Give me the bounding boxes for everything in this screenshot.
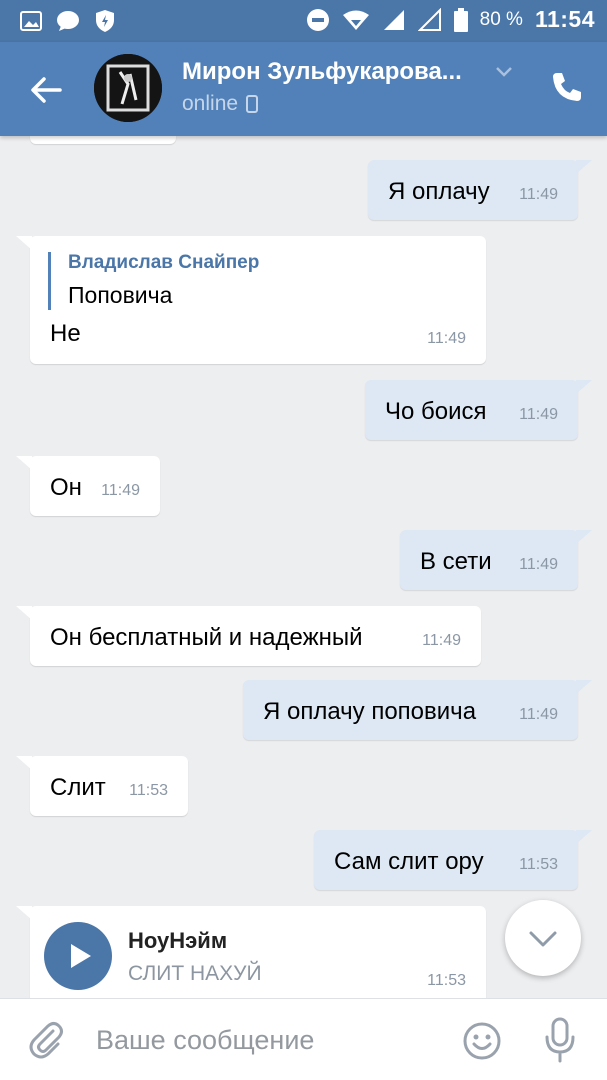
message-composer <box>0 998 607 1080</box>
message-text: Чо боися <box>385 398 487 425</box>
message-bubble[interactable]: Чо боися 11:49 <box>365 380 592 440</box>
message-bubble[interactable]: Он 11:49 <box>16 456 160 516</box>
audio-artist: СЛИТ НАХУЙ <box>128 962 262 985</box>
battery-percent: 80 % <box>479 8 523 30</box>
battery-icon <box>453 7 468 32</box>
message-time: 11:49 <box>101 482 140 499</box>
microphone-icon[interactable] <box>542 1017 578 1063</box>
message-bubble[interactable]: В сети 11:49 <box>400 530 592 590</box>
message-bubble[interactable]: Он бесплатный и надежный 11:49 <box>16 606 481 666</box>
clock: 11:54 <box>534 6 595 32</box>
message-time: 11:53 <box>427 972 466 989</box>
avatar[interactable] <box>94 54 162 122</box>
chevron-down-icon <box>529 931 557 947</box>
signal-icon <box>383 9 404 30</box>
shield-icon <box>96 10 114 32</box>
message-time: 11:49 <box>519 706 558 723</box>
bubble-tail <box>576 530 592 544</box>
bubble-tail <box>16 756 32 770</box>
message-text: Он бесплатный и надежный <box>50 624 363 651</box>
message-input[interactable] <box>96 1019 436 1061</box>
mobile-icon <box>246 95 259 113</box>
scroll-down-button[interactable] <box>505 900 581 976</box>
chevron-down-icon[interactable] <box>494 64 514 78</box>
message-text: В сети <box>420 548 492 575</box>
message-time: 11:49 <box>422 632 461 649</box>
audio-title: НоуНэйм <box>128 928 228 953</box>
chat-icon <box>57 11 79 31</box>
message-text: Сам слит ору <box>334 848 484 875</box>
online-status-label: online <box>182 92 239 115</box>
message-text: Я оплачу <box>388 178 490 205</box>
message-list[interactable]: Я оплачу 11:49 Владислав Снайпер Попович… <box>0 136 607 998</box>
message-text: Я оплачу поповича <box>263 698 477 725</box>
online-status: online <box>182 92 259 116</box>
back-arrow-icon[interactable] <box>26 70 66 110</box>
chat-header: Мирон Зульфукарова... online <box>0 42 607 136</box>
reply-author[interactable]: Владислав Снайпер <box>68 252 259 274</box>
message-time: 11:49 <box>427 330 466 347</box>
message-bubble[interactable]: Сам слит ору 11:53 <box>314 830 592 890</box>
message-text: Не <box>50 320 81 347</box>
message-text: Слит <box>50 774 106 801</box>
image-icon <box>20 11 42 31</box>
bubble-tail <box>576 680 592 694</box>
message-time: 11:49 <box>519 186 558 203</box>
message-bubble[interactable]: Слит 11:53 <box>16 756 188 816</box>
message-text: Он <box>50 474 82 501</box>
bubble-tail <box>576 160 592 174</box>
paperclip-icon[interactable] <box>26 1019 66 1061</box>
audio-message[interactable]: НоуНэйм СЛИТ НАХУЙ 11:53 <box>16 906 486 998</box>
message-bubble-partial[interactable] <box>30 136 176 144</box>
message-time: 11:49 <box>519 556 558 573</box>
bubble-tail <box>576 380 592 394</box>
play-icon <box>71 944 91 968</box>
message-time: 11:53 <box>519 856 558 873</box>
bubble-tail <box>16 606 32 620</box>
play-button[interactable] <box>44 922 112 990</box>
message-time: 11:49 <box>519 406 558 423</box>
emoji-icon[interactable] <box>462 1021 502 1061</box>
message-bubble[interactable]: Я оплачу 11:49 <box>368 160 592 220</box>
reply-indicator <box>48 252 51 310</box>
bubble-tail <box>16 456 32 470</box>
reply-text: Поповича <box>68 282 173 308</box>
status-bar: 80 % 11:54 <box>0 0 607 42</box>
message-time: 11:53 <box>129 782 168 799</box>
dnd-icon <box>306 8 329 31</box>
message-bubble[interactable]: Владислав Снайпер Поповича Не 11:49 <box>16 236 486 364</box>
phone-icon[interactable] <box>550 70 584 104</box>
bubble-tail <box>576 830 592 844</box>
wifi-icon <box>342 10 369 30</box>
signal-empty-icon <box>417 7 441 31</box>
bubble-tail <box>16 236 32 250</box>
chat-title[interactable]: Мирон Зульфукарова... <box>182 58 462 86</box>
bubble-tail <box>16 906 32 920</box>
message-bubble[interactable]: Я оплачу поповича 11:49 <box>243 680 592 740</box>
